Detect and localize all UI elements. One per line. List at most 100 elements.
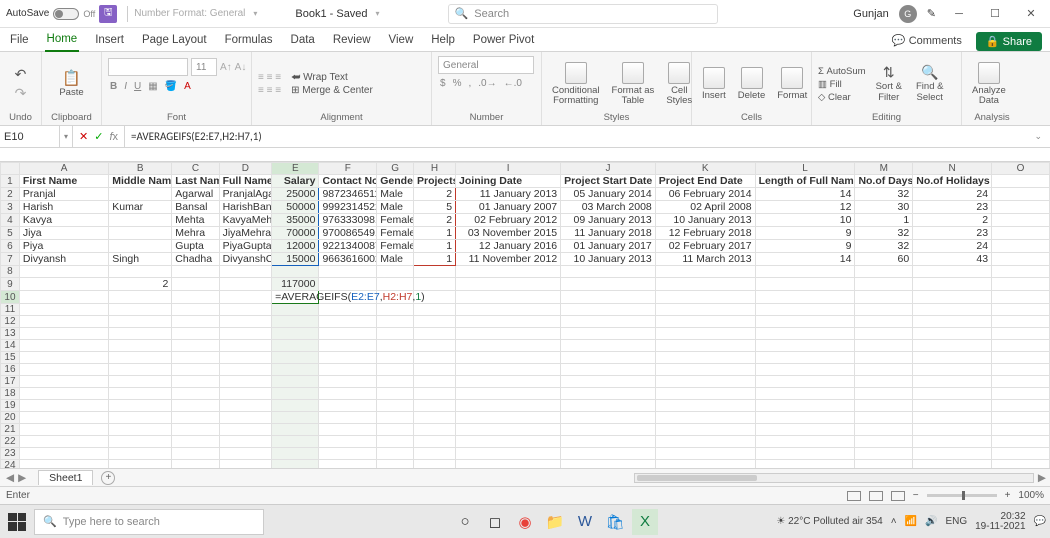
cell[interactable]	[456, 304, 561, 316]
data-cell[interactable]: 2	[414, 214, 456, 227]
tab-help[interactable]: Help	[429, 30, 457, 51]
cell[interactable]	[19, 266, 108, 278]
data-cell[interactable]: 5	[414, 201, 456, 214]
cell[interactable]	[561, 340, 656, 352]
fx-icon[interactable]: fx	[109, 131, 118, 143]
cell[interactable]	[992, 340, 1050, 352]
cell[interactable]	[561, 388, 656, 400]
cell[interactable]	[913, 412, 992, 424]
cell[interactable]	[855, 460, 913, 469]
col-header[interactable]: B	[109, 163, 172, 175]
header-cell[interactable]: First Name	[19, 175, 108, 188]
cell[interactable]	[19, 412, 108, 424]
data-cell[interactable]: 1	[414, 240, 456, 253]
cell[interactable]	[855, 424, 913, 436]
header-cell[interactable]: Joining Date	[456, 175, 561, 188]
data-cell[interactable]: Female	[377, 214, 414, 227]
cell[interactable]	[913, 340, 992, 352]
cell[interactable]	[109, 412, 172, 424]
cell[interactable]	[172, 364, 219, 376]
cell[interactable]	[992, 364, 1050, 376]
data-cell[interactable]: KavyaMehta	[219, 214, 272, 227]
cell[interactable]	[219, 291, 272, 304]
header-cell[interactable]: Project End Date	[655, 175, 755, 188]
chevron-down-icon[interactable]: ▾	[253, 9, 257, 18]
comments-button[interactable]: 💬 Comments	[886, 32, 968, 51]
cell[interactable]	[377, 448, 414, 460]
data-cell[interactable]: 15000	[272, 253, 319, 266]
cell[interactable]	[414, 304, 456, 316]
cell[interactable]	[319, 376, 377, 388]
cell[interactable]	[377, 388, 414, 400]
cell[interactable]	[755, 424, 855, 436]
maximize-button[interactable]: ☐	[982, 7, 1008, 20]
cell[interactable]	[755, 436, 855, 448]
header-cell[interactable]: Project Start Date	[561, 175, 656, 188]
cell[interactable]	[992, 328, 1050, 340]
cell[interactable]	[913, 400, 992, 412]
cell[interactable]	[913, 376, 992, 388]
cell[interactable]	[109, 424, 172, 436]
cell[interactable]	[855, 448, 913, 460]
data-cell[interactable]: Mehta	[172, 214, 219, 227]
store-icon[interactable]: 🛍	[602, 509, 628, 535]
cell[interactable]	[272, 352, 319, 364]
percent-button[interactable]: %	[451, 77, 464, 90]
row-header[interactable]: 16	[1, 364, 20, 376]
cell[interactable]	[272, 376, 319, 388]
cell[interactable]	[377, 316, 414, 328]
zoom-out-button[interactable]: −	[913, 490, 919, 501]
header-cell[interactable]: Length of Full Names	[755, 175, 855, 188]
data-cell[interactable]	[992, 188, 1050, 201]
cell[interactable]	[272, 400, 319, 412]
cell[interactable]	[414, 328, 456, 340]
cell[interactable]	[19, 291, 108, 304]
cell[interactable]	[655, 448, 755, 460]
cell[interactable]	[992, 278, 1050, 291]
cell[interactable]	[172, 460, 219, 469]
cell[interactable]	[172, 352, 219, 364]
col-header[interactable]: I	[456, 163, 561, 175]
cell[interactable]	[755, 304, 855, 316]
cell[interactable]	[913, 424, 992, 436]
sheet-tab[interactable]: Sheet1	[38, 470, 93, 485]
cell[interactable]	[913, 436, 992, 448]
search-box[interactable]: 🔍 Search	[448, 4, 718, 24]
weather-widget[interactable]: ☀ 22°C Polluted air 354	[776, 516, 882, 527]
cell[interactable]	[109, 340, 172, 352]
row-header[interactable]: 20	[1, 412, 20, 424]
data-cell[interactable]	[992, 253, 1050, 266]
col-header[interactable]: O	[992, 163, 1050, 175]
cell[interactable]	[319, 424, 377, 436]
cell[interactable]	[377, 424, 414, 436]
cell[interactable]	[319, 328, 377, 340]
cell[interactable]	[172, 340, 219, 352]
cell[interactable]	[414, 352, 456, 364]
cell[interactable]	[319, 400, 377, 412]
cell[interactable]	[755, 291, 855, 304]
cell[interactable]	[561, 460, 656, 469]
close-button[interactable]: ✕	[1018, 7, 1044, 20]
cell[interactable]	[913, 448, 992, 460]
cell[interactable]	[272, 436, 319, 448]
decrease-decimal-button[interactable]: ←.0	[502, 77, 524, 90]
cell[interactable]	[219, 460, 272, 469]
merge-center-button[interactable]: ⊞ Merge & Center	[291, 85, 373, 96]
cell[interactable]	[109, 291, 172, 304]
cell[interactable]	[172, 436, 219, 448]
format-cells-button[interactable]: Format	[773, 67, 811, 101]
comma-button[interactable]: ,	[466, 77, 473, 90]
data-cell[interactable]: 10 January 2013	[655, 214, 755, 227]
cell[interactable]	[992, 448, 1050, 460]
cell[interactable]	[414, 278, 456, 291]
cell[interactable]	[913, 316, 992, 328]
save-icon[interactable]: 🖫	[99, 5, 117, 23]
language-indicator[interactable]: ENG	[945, 516, 967, 527]
expand-formula-bar-icon[interactable]: ⌄	[1026, 131, 1050, 142]
word-icon[interactable]: W	[572, 509, 598, 535]
page-break-view-icon[interactable]	[891, 491, 905, 501]
cell[interactable]	[219, 352, 272, 364]
data-cell[interactable]: 43	[913, 253, 992, 266]
tab-insert[interactable]: Insert	[93, 30, 126, 51]
data-cell[interactable]: Female	[377, 240, 414, 253]
